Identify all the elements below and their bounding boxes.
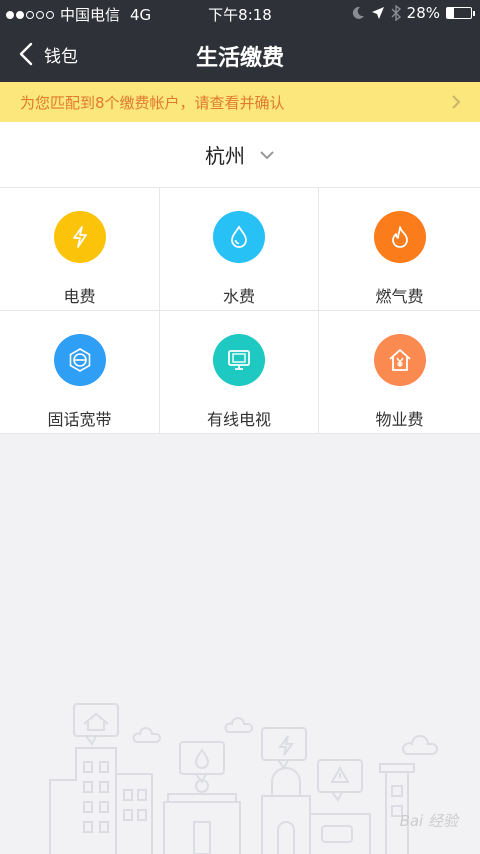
service-broadband[interactable]: 固话宽带	[0, 311, 160, 434]
account-match-banner[interactable]: 为您匹配到8个缴费帐户，请查看并确认	[0, 82, 480, 122]
service-icon-bg	[373, 334, 426, 386]
service-icon-bg	[373, 211, 426, 263]
service-icon-bg	[53, 211, 106, 263]
tv-icon	[228, 350, 250, 370]
nav-bar: 钱包 生活缴费	[0, 28, 480, 82]
location-arrow-icon	[371, 7, 384, 19]
service-water[interactable]: 水费	[160, 188, 319, 311]
service-label: 物业费	[375, 410, 424, 429]
service-label: 水费	[222, 287, 255, 306]
battery-fill	[447, 8, 454, 18]
status-bar: 中国电信 4G 下午8:18 28%	[0, 0, 480, 28]
water-drop-icon	[231, 225, 247, 248]
service-grid: 电费 水费 燃气费 固话宽带 有线电视 物业费	[0, 188, 480, 434]
city-name: 杭州	[205, 144, 245, 168]
service-icon-bg	[213, 211, 265, 263]
service-cable-tv[interactable]: 有线电视	[160, 311, 319, 434]
house-yen-icon	[388, 349, 411, 371]
moon-icon	[352, 6, 364, 19]
service-gas[interactable]: 燃气费	[319, 188, 480, 311]
lightning-icon	[72, 226, 87, 248]
service-icon-bg	[213, 334, 265, 386]
service-label: 有线电视	[206, 410, 271, 429]
service-label: 燃气费	[375, 287, 424, 306]
globe-icon	[69, 348, 90, 372]
battery-percent: 28%	[406, 4, 440, 22]
service-label: 电费	[63, 287, 96, 306]
watermark-text: Bai 经验	[399, 812, 458, 830]
city-selector[interactable]: 杭州	[0, 122, 480, 188]
status-right: 28%	[351, 4, 475, 22]
service-icon-bg	[53, 334, 106, 386]
service-label: 固话宽带	[47, 410, 112, 429]
bluetooth-icon	[391, 5, 401, 21]
chevron-right-icon	[452, 95, 461, 109]
service-property[interactable]: 物业费	[319, 311, 480, 434]
service-electricity[interactable]: 电费	[0, 188, 160, 311]
chevron-down-icon	[260, 150, 274, 159]
page-title: 生活缴费	[195, 46, 284, 71]
banner-text: 为您匹配到8个缴费帐户，请查看并确认	[20, 93, 285, 112]
battery-icon	[446, 7, 475, 19]
flame-icon	[391, 226, 408, 248]
